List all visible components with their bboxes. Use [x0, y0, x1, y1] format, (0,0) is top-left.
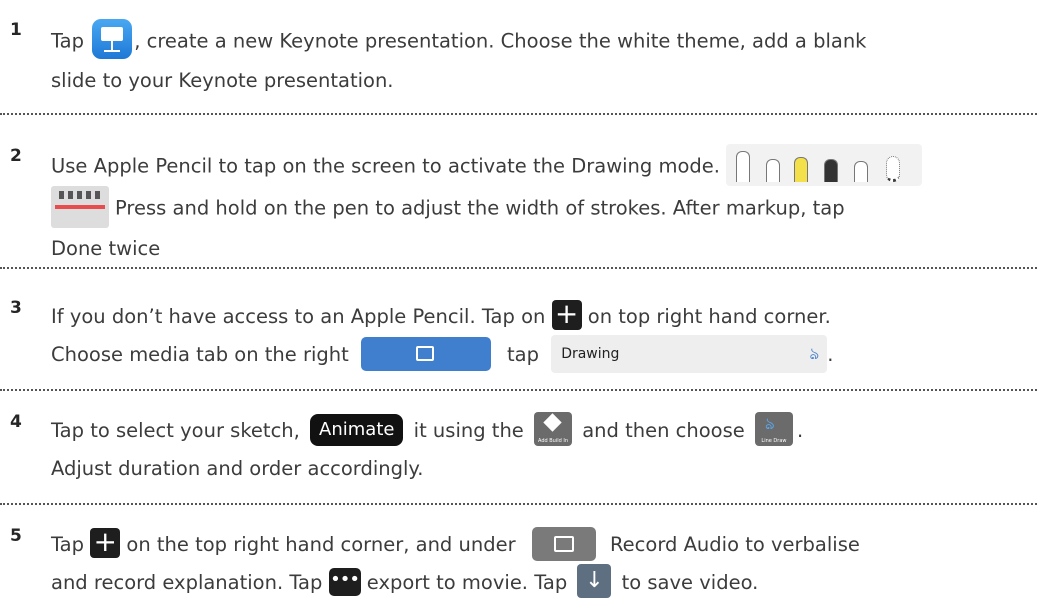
text-segment: .: [796, 419, 804, 442]
text-segment: Press and hold on the pen to adjust the …: [115, 196, 845, 220]
stroke-width-icon: [51, 186, 109, 228]
step-line: Use Apple Pencil to tap on the screen to…: [51, 144, 1017, 188]
step-text: Tap + on the top right hand corner, and …: [51, 526, 1017, 602]
text-segment: Use Apple Pencil to tap on the screen to…: [51, 154, 720, 178]
separator: [0, 113, 1037, 115]
line-draw-label: Line Draw: [761, 437, 787, 444]
text-segment: Choose media tab on the right: [51, 343, 356, 366]
step-number: 5: [10, 526, 22, 546]
step-number: 1: [10, 20, 22, 40]
separator: [0, 503, 1037, 505]
add-build-in-icon: Add Build In: [534, 411, 573, 446]
step-line: If you don’t have access to an Apple Pen…: [51, 298, 1017, 336]
text-segment: Tap to select your sketch,: [51, 419, 307, 442]
step-text: Tap to select your sketch, Animate it us…: [51, 411, 1017, 488]
step-line: Done twice: [51, 237, 161, 260]
step-line: Tap , create a new Keynote presentation.…: [51, 19, 1017, 62]
media-tab-icon: [361, 336, 492, 371]
step-line: slide to your Keynote presentation.: [51, 69, 394, 92]
text-segment: Record Audio to verbalise: [603, 533, 860, 556]
separator: [0, 389, 1037, 391]
save-icon: ↓: [577, 563, 612, 598]
text-segment: on the top right hand corner, and under: [120, 533, 522, 556]
text-segment: it using the: [407, 419, 531, 442]
step-text: Tap , create a new Keynote presentation.…: [51, 19, 1017, 100]
gallery-icon: [531, 526, 596, 561]
text-segment: and then choose: [576, 419, 751, 442]
text-segment: on top right hand corner.: [581, 305, 831, 328]
line-draw-icon: ঌ Line Draw: [754, 411, 793, 446]
step-number: 4: [10, 412, 22, 432]
step-line: Tap + on the top right hand corner, and …: [51, 526, 1017, 564]
plus-icon: +: [551, 299, 582, 330]
text-segment: and record explanation. Tap: [51, 571, 329, 594]
step-number: 2: [10, 146, 22, 166]
text-segment: , create a new Keynote presentation. Cho…: [134, 29, 867, 53]
text-segment: tap: [507, 343, 546, 366]
step-text: Use Apple Pencil to tap on the screen to…: [51, 144, 1017, 268]
step-text: If you don’t have access to an Apple Pen…: [51, 298, 1017, 375]
animate-button: Animate: [310, 413, 404, 446]
drawing-label: Drawing: [561, 345, 620, 362]
drawing-icon: ঌ: [809, 343, 820, 363]
step-number: 3: [10, 298, 22, 318]
drawing-option: Drawing ঌ: [551, 334, 828, 373]
plus-icon: +: [90, 527, 121, 558]
keynote-icon: [92, 19, 133, 59]
more-icon: •••: [328, 567, 361, 596]
add-build-in-label: Add Build In: [537, 437, 569, 444]
step-line: Choose media tab on the right tap Drawin…: [51, 334, 1017, 375]
text-segment: to save video.: [615, 571, 759, 594]
step-line: Tap to select your sketch, Animate it us…: [51, 411, 1017, 450]
step-line: Press and hold on the pen to adjust the …: [51, 186, 1017, 230]
text-segment: .: [827, 343, 834, 366]
text-segment: export to movie. Tap: [360, 571, 574, 594]
text-segment: Tap: [51, 29, 91, 53]
text-segment: If you don’t have access to an Apple Pen…: [51, 305, 552, 328]
separator: [0, 267, 1037, 269]
step-line: and record explanation. Tap ••• export t…: [51, 563, 1017, 602]
drawing-tools-icon: [726, 144, 923, 186]
step-line: Adjust duration and order accordingly.: [51, 457, 424, 480]
text-segment: Tap: [51, 533, 91, 556]
